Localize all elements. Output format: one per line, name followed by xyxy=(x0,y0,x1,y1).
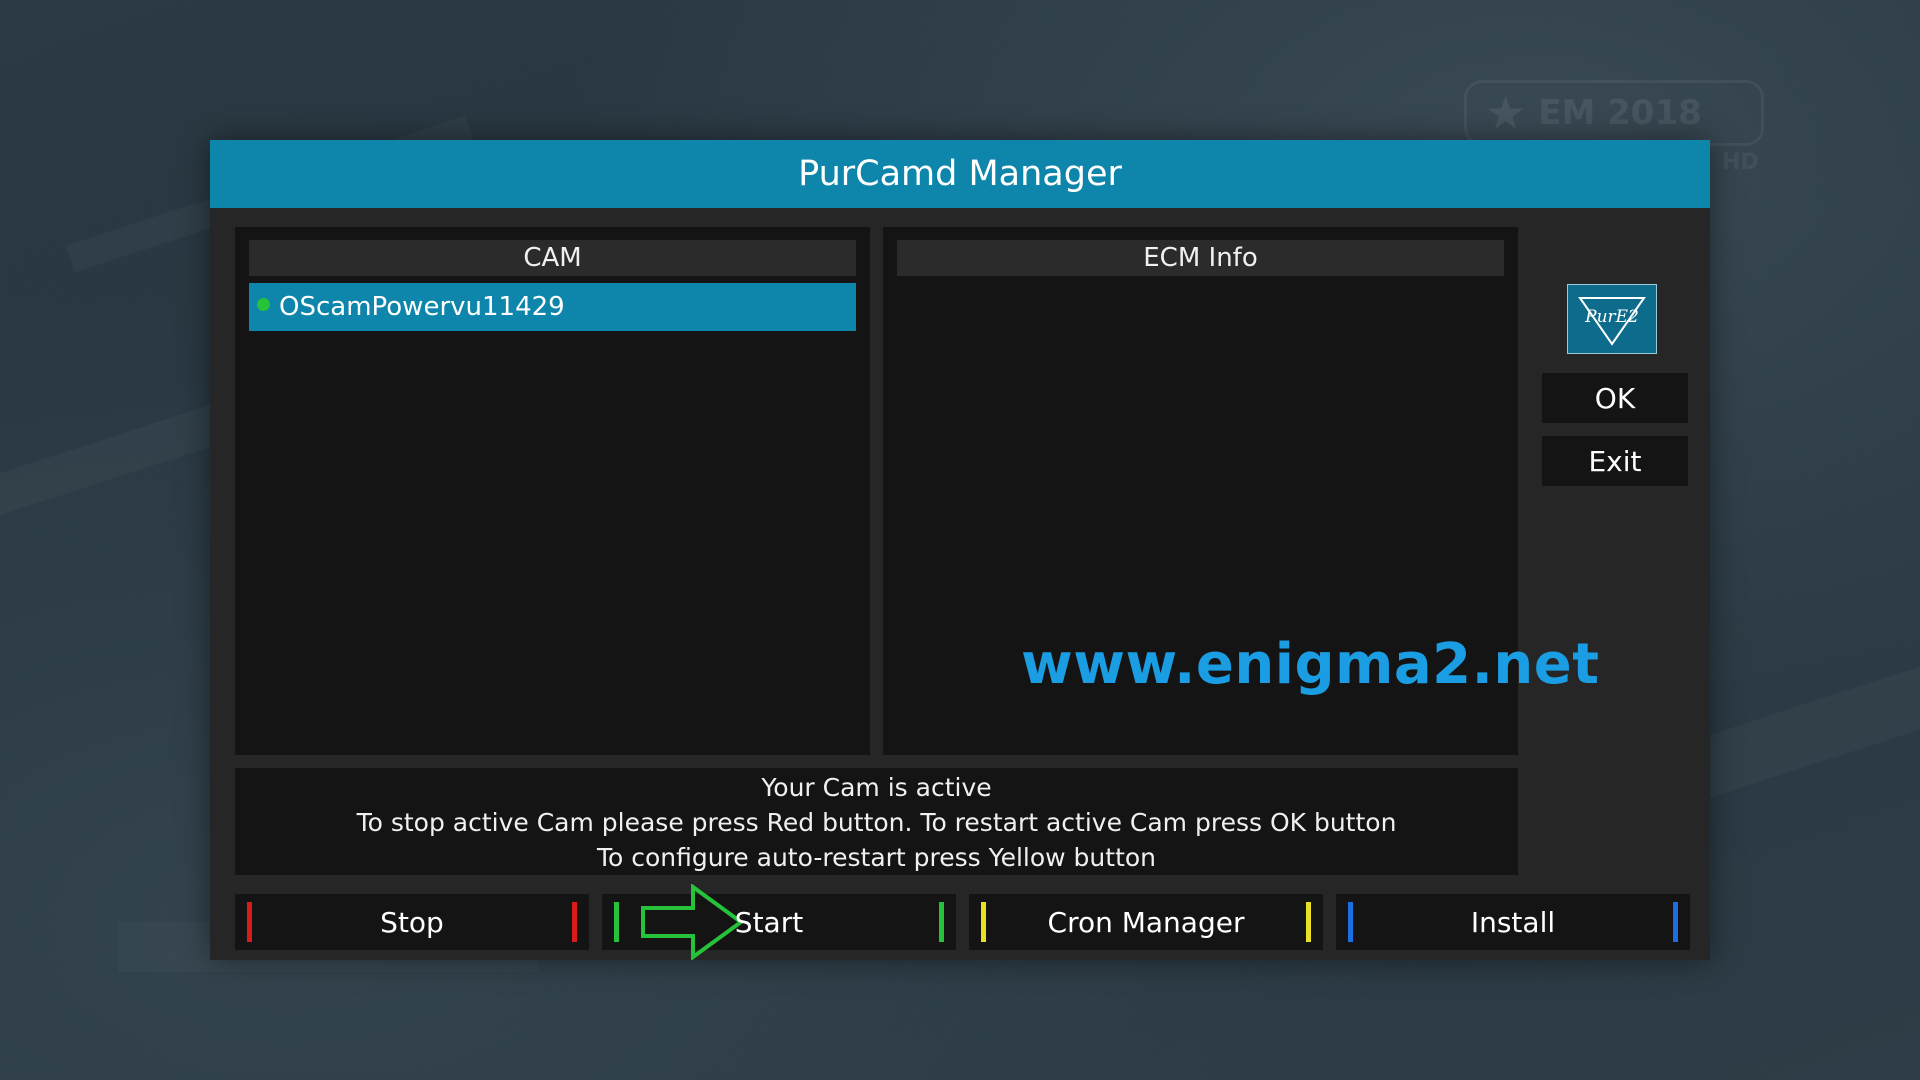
star-icon: ★ xyxy=(1485,86,1527,140)
website-watermark: www.enigma2.net xyxy=(1021,632,1600,697)
active-status-icon xyxy=(257,297,270,311)
start-button[interactable]: Start xyxy=(602,884,956,960)
window-title: PurCamd Manager xyxy=(210,140,1710,208)
pure2-logo-text: PurE2 xyxy=(1584,307,1639,327)
cam-panel: CAM OScamPowervu11429 xyxy=(235,227,870,755)
status-line-config-hint: To configure auto-restart press Yellow b… xyxy=(596,843,1157,872)
channel-logo-text: EM 2018 xyxy=(1538,93,1702,133)
install-button[interactable]: Install xyxy=(1336,894,1690,950)
pure2-logo-icon: PurE2 xyxy=(1578,297,1646,346)
status-line-stop-hint: To stop active Cam please press Red butt… xyxy=(356,808,1397,837)
start-button-label: Start xyxy=(734,905,804,939)
yellow-key-indicator xyxy=(1306,902,1311,942)
blue-key-indicator xyxy=(1348,902,1353,942)
stop-button-label: Stop xyxy=(380,905,444,939)
channel-hd-label: HD xyxy=(1722,150,1759,175)
stop-button[interactable]: Stop xyxy=(235,894,589,950)
install-button-label: Install xyxy=(1470,905,1556,939)
blue-key-indicator xyxy=(1673,902,1678,942)
cron-manager-button-label: Cron Manager xyxy=(1047,905,1245,939)
ecm-info-header: ECM Info xyxy=(897,240,1504,276)
purcamd-manager-window: PurCamd Manager CAM OScamPowervu11429 EC… xyxy=(210,140,1710,960)
cam-list-item-label: OScamPowervu11429 xyxy=(279,292,565,322)
pure2-logo: PurE2 xyxy=(1567,284,1657,354)
ok-button[interactable]: OK xyxy=(1542,373,1688,423)
green-key-indicator xyxy=(614,902,619,942)
green-key-indicator xyxy=(939,902,944,942)
yellow-key-indicator xyxy=(981,902,986,942)
exit-button[interactable]: Exit xyxy=(1542,436,1688,486)
status-line-active: Your Cam is active xyxy=(761,773,992,802)
cam-panel-header: CAM xyxy=(249,240,856,276)
cron-manager-button[interactable]: Cron Manager xyxy=(969,894,1323,950)
status-info-box: Your Cam is active To stop active Cam pl… xyxy=(235,768,1518,875)
channel-logo: ★ EM 2018 xyxy=(1464,80,1764,146)
red-key-indicator xyxy=(247,902,252,942)
arrow-right-icon xyxy=(641,884,745,960)
red-key-indicator xyxy=(572,902,577,942)
cam-list-item[interactable]: OScamPowervu11429 xyxy=(249,283,856,331)
